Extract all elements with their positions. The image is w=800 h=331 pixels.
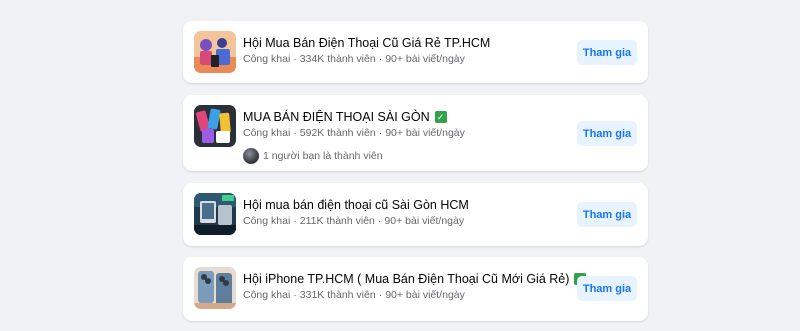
friend-avatar[interactable]: [243, 148, 259, 164]
separator: ·: [377, 215, 382, 227]
group-members: 592K thành viên: [299, 127, 376, 139]
group-posts: 90+ bài viết/ngày: [385, 53, 465, 65]
group-members: 334K thành viên: [299, 53, 376, 65]
group-posts: 90+ bài viết/ngày: [384, 215, 465, 227]
group-avatar[interactable]: [194, 267, 236, 309]
group-name[interactable]: Hội iPhone TP.HCM ( Mua Bán Điện Thoại C…: [243, 271, 569, 287]
separator: ·: [378, 127, 383, 139]
group-meta: Công khai · 211K thành viên · 90+ bài viết/n…: [243, 214, 469, 228]
group-members: 211K thành viên: [299, 215, 375, 227]
group-avatar[interactable]: [194, 193, 236, 235]
separator: ·: [378, 53, 383, 65]
group-title[interactable]: Hội Mua Bán Điện Thoại Cũ Giá Rẻ TP.HCM: [243, 35, 490, 51]
join-button[interactable]: Tham gia: [577, 276, 637, 301]
separator: ·: [293, 127, 297, 139]
group-title[interactable]: Hội mua bán điện thoại cũ Sài Gòn HCM: [243, 197, 469, 213]
group-members: 331K thành viên: [299, 289, 376, 301]
mutual-friends: 1 người bạn là thành viên: [243, 148, 465, 164]
group-title[interactable]: Hội iPhone TP.HCM ( Mua Bán Điện Thoại C…: [243, 271, 587, 287]
group-card[interactable]: Hội mua bán điện thoại cũ Sài Gòn HCM Cô…: [183, 183, 648, 246]
friends-text: 1 người bạn là thành viên: [263, 150, 383, 162]
verified-icon: ✓: [434, 111, 447, 123]
separator: ·: [293, 53, 297, 65]
group-name[interactable]: Hội Mua Bán Điện Thoại Cũ Giá Rẻ TP.HCM: [243, 35, 490, 51]
separator: ·: [293, 289, 297, 301]
group-privacy: Công khai: [243, 289, 291, 301]
group-meta: Công khai · 331K thành viên · 90+ bài viết/n…: [243, 288, 586, 302]
group-title[interactable]: MUA BÁN ĐIỆN THOẠI SÀI GÒN ✓: [243, 109, 465, 125]
group-name[interactable]: Hội mua bán điện thoại cũ Sài Gòn HCM: [243, 197, 469, 213]
join-button[interactable]: Tham gia: [577, 202, 637, 227]
group-posts: 90+ bài viết/ngày: [385, 289, 465, 301]
group-privacy: Công khai: [243, 53, 291, 65]
group-meta: Công khai · 334K thành viên · 90+ bài viết/n…: [243, 52, 490, 66]
group-posts: 90+ bài viết/ngày: [385, 127, 465, 139]
join-button[interactable]: Tham gia: [577, 40, 637, 65]
group-card[interactable]: Hội Mua Bán Điện Thoại Cũ Giá Rẻ TP.HCM …: [183, 21, 648, 83]
separator: ·: [293, 215, 297, 227]
group-privacy: Công khai: [243, 215, 291, 227]
group-meta: Công khai · 592K thành viên · 90+ bài viết/n…: [243, 126, 465, 140]
group-privacy: Công khai: [243, 127, 291, 139]
group-avatar[interactable]: [194, 105, 236, 147]
group-avatar[interactable]: [194, 31, 236, 73]
separator: ·: [378, 289, 383, 301]
group-card[interactable]: Hội iPhone TP.HCM ( Mua Bán Điện Thoại C…: [183, 257, 648, 321]
group-card[interactable]: MUA BÁN ĐIỆN THOẠI SÀI GÒN ✓ Công khai · 5…: [183, 95, 648, 171]
join-button[interactable]: Tham gia: [577, 121, 637, 146]
group-name[interactable]: MUA BÁN ĐIỆN THOẠI SÀI GÒN: [243, 109, 430, 125]
